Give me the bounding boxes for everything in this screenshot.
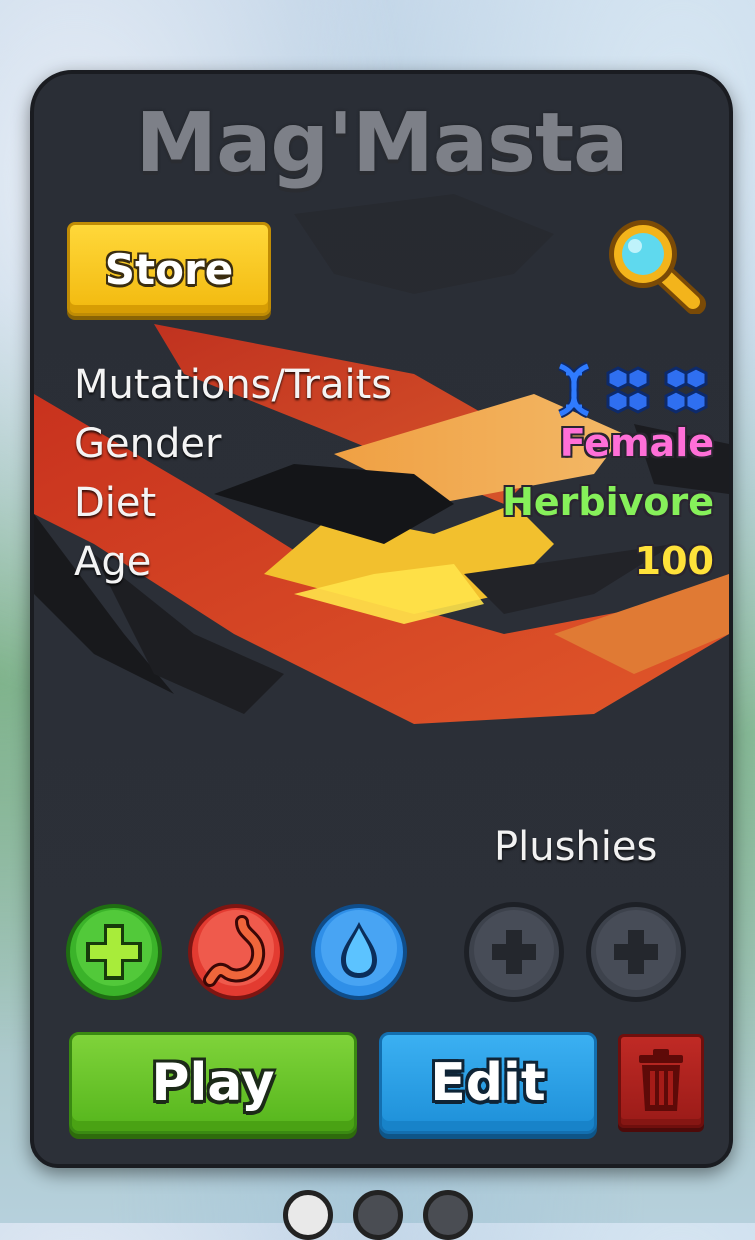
health-plus-icon: [66, 904, 162, 1000]
creature-card: Mag'Masta Store Mutations/Traits Gender …: [30, 70, 733, 1168]
stat-row-diet: Diet Herbivore: [74, 480, 714, 539]
plushies-label: Plushies: [494, 824, 658, 870]
inspect-button[interactable]: [599, 214, 709, 315]
creature-name: Mag'Masta: [34, 96, 729, 191]
stat-label: Diet: [74, 480, 157, 526]
stats-panel: Mutations/Traits Gender Female Diet Herb…: [74, 362, 714, 598]
store-button[interactable]: Store: [67, 222, 271, 316]
edit-button[interactable]: Edit: [379, 1032, 597, 1134]
stat-label: Mutations/Traits: [74, 362, 393, 408]
magnifier-icon: [609, 220, 706, 315]
stat-row-gender: Gender Female: [74, 421, 714, 480]
water-drop-icon: [311, 904, 407, 1000]
diet-value: Herbivore: [502, 480, 714, 524]
feed-button[interactable]: [186, 902, 286, 1002]
stomach-icon: [188, 904, 284, 1000]
page-dot[interactable]: [422, 1190, 473, 1240]
age-value: 100: [634, 539, 714, 583]
dna-icon: [557, 362, 591, 418]
trash-icon: [639, 1049, 683, 1111]
hex-cluster-icon: [664, 366, 708, 414]
heal-button[interactable]: [64, 902, 164, 1002]
stat-label: Gender: [74, 421, 222, 467]
stat-row-age: Age 100: [74, 539, 714, 598]
play-button[interactable]: Play: [69, 1032, 357, 1134]
page-dot[interactable]: [352, 1190, 403, 1240]
plushie-slot-2[interactable]: [584, 900, 688, 1004]
delete-button[interactable]: [618, 1034, 704, 1128]
gender-value: Female: [559, 421, 714, 465]
page-indicator: [0, 1190, 755, 1240]
water-button[interactable]: [309, 902, 409, 1002]
plushie-slot-1[interactable]: [462, 900, 566, 1004]
page-dot-active[interactable]: [282, 1190, 333, 1240]
mutation-icons: [550, 362, 714, 418]
stat-label: Age: [74, 539, 152, 585]
stat-row-mutations: Mutations/Traits: [74, 362, 714, 421]
add-plushie-icon: [586, 902, 686, 1002]
add-plushie-icon: [464, 902, 564, 1002]
hex-cluster-icon: [606, 366, 650, 414]
